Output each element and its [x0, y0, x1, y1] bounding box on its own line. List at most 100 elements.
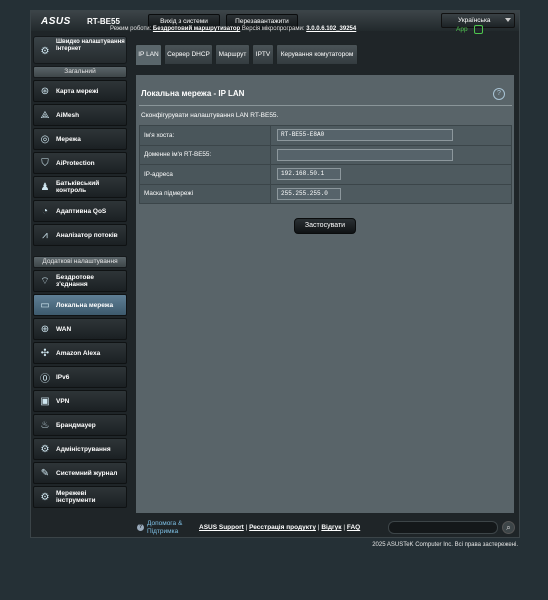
- model-name: RT-BE55: [87, 17, 120, 26]
- help-icon[interactable]: ?: [493, 88, 505, 100]
- tab-switch-control[interactable]: Керування комутатором: [276, 44, 358, 64]
- sidebar-item-lan[interactable]: ▭ Локальна мережа: [33, 294, 127, 316]
- globe-icon: ⊕: [40, 323, 50, 335]
- network-icon: ◎: [40, 133, 50, 145]
- subnet-mask-label: Маска підмережі: [139, 183, 271, 204]
- asus-logo: ASUS: [41, 16, 71, 27]
- product-registration-link[interactable]: Ресстрація продукту: [249, 524, 316, 531]
- table-row: Ім'я хоста: RT-BE55-E8A0: [139, 125, 512, 146]
- sidebar-item-label: Аналізатор потоків: [56, 231, 118, 239]
- sidebar-item-ipv6[interactable]: ⓪ IPv6: [33, 366, 127, 388]
- sidebar-item-label: AiMesh: [56, 111, 80, 119]
- sidebar-item-wireless[interactable]: ⌔ Бездротове з'єднання: [33, 270, 127, 292]
- domain-name-cell: [270, 144, 512, 165]
- sidebar-item-traffic-analyzer[interactable]: ⩘ Аналізатор потоків: [33, 224, 127, 246]
- faq-search-input[interactable]: [388, 521, 498, 534]
- table-row: IP-адреса 192.168.50.1: [139, 164, 512, 185]
- asus-support-link[interactable]: ASUS Support: [199, 524, 244, 531]
- traffic-analyzer-icon: ⩘: [42, 229, 48, 241]
- sidebar-item-label: Amazon Alexa: [56, 349, 101, 357]
- hostname-input[interactable]: RT-BE55-E8A0: [277, 129, 453, 142]
- sidebar-item-parental-control[interactable]: ♟ Батьківський контроль: [33, 176, 127, 198]
- sidebar-item-label: Системний журнал: [56, 469, 118, 477]
- firmware-version-link[interactable]: 3.0.0.6.102_39254: [306, 26, 356, 32]
- feedback-link[interactable]: Відгук: [321, 524, 341, 531]
- page-title: Локальна мережа - IP LAN: [141, 89, 245, 98]
- apply-button[interactable]: Застосувати: [294, 218, 356, 234]
- general-section-header: Загальний: [33, 66, 127, 78]
- ip-address-cell: 192.168.50.1: [270, 164, 512, 185]
- sidebar-item-network-tools[interactable]: ⚙ Мережеві інструменти: [33, 486, 127, 508]
- copyright: 2025 ASUSTeK Computer Inc. Всі права зас…: [372, 542, 518, 548]
- parental-control-icon: ♟: [40, 181, 50, 193]
- ip-address-input[interactable]: 192.168.50.1: [277, 168, 341, 181]
- app-icon[interactable]: [474, 25, 483, 34]
- sidebar-item-label: Мережа: [56, 135, 81, 143]
- subnet-mask-input[interactable]: 255.255.255.0: [277, 187, 341, 200]
- network-map-icon: ⊛: [40, 85, 50, 97]
- lan-settings-table: Ім'я хоста: RT-BE55-E8A0 Доменне ім'я RT…: [139, 125, 512, 204]
- sidebar-item-label: Локальна мережа: [56, 301, 114, 309]
- sidebar-item-label: Адаптивна QoS: [56, 207, 107, 215]
- network-tools-icon: ⚙: [40, 491, 50, 503]
- sidebar-item-administration[interactable]: ⚙ Адміністрування: [33, 438, 127, 460]
- speedometer-icon: ◔: [41, 205, 49, 217]
- search-icon[interactable]: ⌕: [502, 521, 515, 534]
- sidebar-item-label: Карта мережі: [56, 87, 99, 95]
- mode-label: Режим роботи:: [110, 26, 152, 32]
- wand-icon: ⚙: [40, 45, 50, 57]
- alexa-icon: ✣: [40, 347, 50, 359]
- sidebar-item-label: Мережеві інструменти: [56, 490, 96, 504]
- ipv6-icon: ⓪: [40, 373, 50, 385]
- sidebar-item-aiprotection[interactable]: ⛉ AiProtection: [33, 152, 127, 174]
- operation-mode-link[interactable]: Бездротовий маршрутизатор: [153, 26, 240, 32]
- help-circle-icon: ?: [137, 524, 144, 531]
- sidebar-item-label: VPN: [56, 397, 70, 405]
- advanced-section-header: Додаткові налаштування: [33, 256, 127, 268]
- sidebar-item-network-map[interactable]: ⊛ Карта мережі: [33, 80, 127, 102]
- sidebar-item-vpn[interactable]: ▣ VPN: [33, 390, 127, 412]
- help-support-label: Допомога & Підтримка: [147, 520, 183, 535]
- firewall-icon: ♨: [40, 419, 50, 431]
- admin-icon: ⚙: [40, 443, 50, 455]
- sidebar-item-label: IPv6: [56, 373, 70, 381]
- faq-link[interactable]: FAQ: [347, 524, 360, 531]
- quick-internet-setup[interactable]: ⚙ Швидко налаштування Інтернет: [33, 36, 127, 64]
- language-label: Українська: [458, 17, 491, 24]
- hostname-cell: RT-BE55-E8A0: [270, 125, 512, 146]
- status-bar: Режим роботи: Бездротовий маршрутизатор …: [110, 26, 356, 32]
- tab-ip-lan[interactable]: IP LAN: [135, 44, 162, 65]
- sidebar-item-adaptive-qos[interactable]: ◔ Адаптивна QoS: [33, 200, 127, 222]
- hostname-label: Ім'я хоста:: [139, 125, 271, 146]
- domain-name-input[interactable]: [277, 148, 453, 161]
- sidebar-item-label: Адміністрування: [56, 445, 111, 453]
- tab-dhcp-server[interactable]: Сервер DHCP: [164, 44, 213, 64]
- sidebar-item-network[interactable]: ◎ Мережа: [33, 128, 127, 150]
- sidebar-item-label: Батьківський контроль: [56, 180, 100, 194]
- quick-setup-label: Швидко налаштування Інтернет: [56, 39, 125, 52]
- table-row: Доменне ім'я RT-BE55:: [139, 144, 512, 165]
- system-log-icon: ✎: [40, 467, 50, 479]
- app-label[interactable]: App: [456, 26, 468, 33]
- tab-iptv[interactable]: IPTV: [252, 44, 274, 64]
- tab-route[interactable]: Маршрут: [215, 44, 250, 64]
- chevron-down-icon: [505, 18, 511, 22]
- shield-icon: ⛉: [41, 157, 49, 169]
- sidebar-item-system-log[interactable]: ✎ Системний журнал: [33, 462, 127, 484]
- wireless-icon: ⌔: [40, 275, 50, 287]
- aimesh-icon: ⟁: [40, 109, 50, 121]
- title-divider: [139, 105, 512, 106]
- sidebar-item-firewall[interactable]: ♨ Брандмауер: [33, 414, 127, 436]
- ip-address-label: IP-адреса: [139, 164, 271, 185]
- firmware-label: Версія мікропрограми:: [241, 26, 305, 32]
- table-row: Маска підмережі 255.255.255.0: [139, 183, 512, 204]
- sidebar-item-alexa[interactable]: ✣ Amazon Alexa: [33, 342, 127, 364]
- footer-links: ASUS Support | Ресстрація продукту | Від…: [199, 524, 361, 531]
- sidebar-item-aimesh[interactable]: ⟁ AiMesh: [33, 104, 127, 126]
- page-description: Сконфігурувати налаштування LAN RT-BE55.: [141, 112, 279, 119]
- sidebar-item-label: WAN: [56, 325, 72, 333]
- sidebar-item-wan[interactable]: ⊕ WAN: [33, 318, 127, 340]
- domain-name-label: Доменне ім'я RT-BE55:: [139, 144, 271, 165]
- vpn-icon: ▣: [40, 395, 50, 407]
- sidebar-item-label: Брандмауер: [56, 421, 96, 429]
